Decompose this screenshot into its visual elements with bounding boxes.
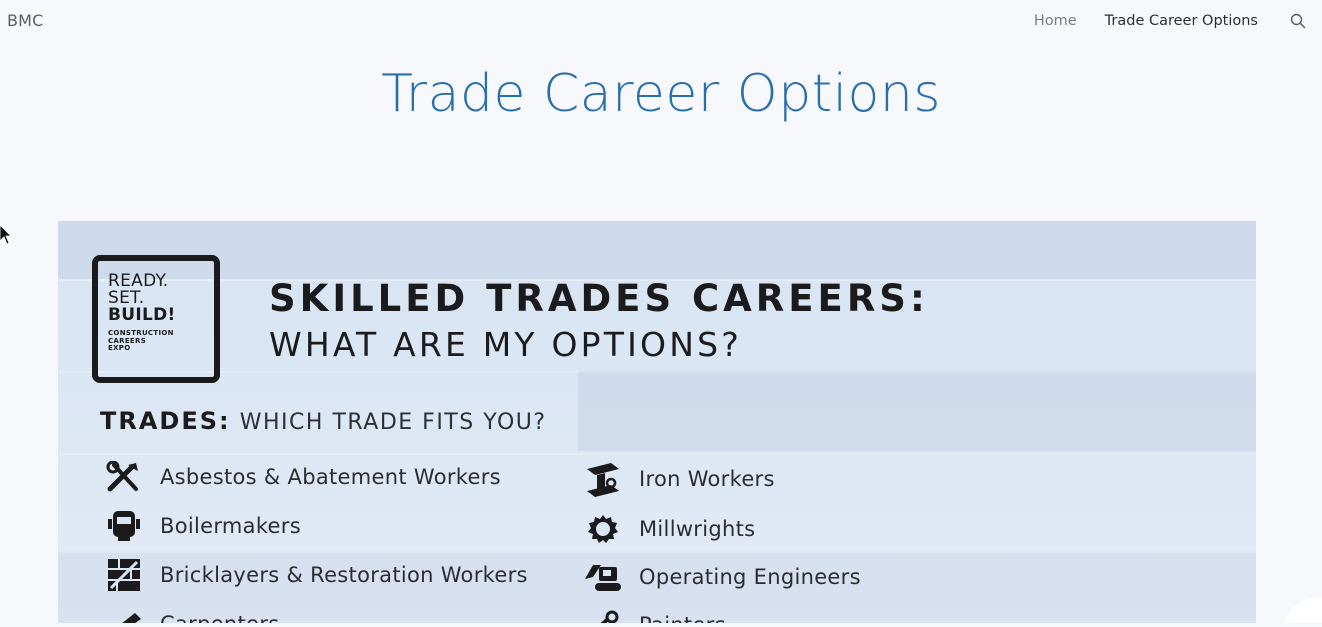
ready-set-build-logo: READY. SET. BUILD! CONSTRUCTION CAREERS …	[92, 255, 220, 383]
trade-item: Bricklayers & Restoration Workers	[104, 557, 528, 593]
banner-subheadline: WHAT ARE MY OPTIONS?	[269, 325, 742, 364]
banner-headline: SKILLED TRADES CAREERS:	[269, 277, 929, 320]
trade-label: Iron Workers	[639, 467, 775, 491]
decorative-corner	[1262, 583, 1322, 623]
trade-label: Painters	[639, 613, 726, 623]
trade-item: Boilermakers	[104, 508, 301, 544]
logo-line-build: BUILD!	[108, 307, 204, 324]
search-icon[interactable]	[1288, 11, 1308, 31]
nav-item-home[interactable]: Home	[1034, 13, 1077, 29]
trade-label: Carpenters	[160, 612, 279, 623]
trade-item: Iron Workers	[583, 461, 775, 497]
trade-label: Millwrights	[639, 517, 755, 541]
texture-band	[578, 371, 1256, 451]
trade-item: Carpenters	[104, 606, 279, 623]
gear-icon	[583, 511, 623, 547]
steel-beam-icon	[583, 461, 623, 497]
trade-label: Asbestos & Abatement Workers	[160, 465, 501, 489]
logo-small-expo: EXPO	[108, 345, 204, 353]
trade-label: Bricklayers & Restoration Workers	[160, 563, 528, 587]
skilled-trades-banner-image: READY. SET. BUILD! CONSTRUCTION CAREERS …	[58, 221, 1256, 623]
trades-heading: TRADES: WHICH TRADE FITS YOU?	[100, 407, 547, 435]
nav-item-trade-career-options[interactable]: Trade Career Options	[1105, 13, 1258, 29]
trades-heading-light: WHICH TRADE FITS YOU?	[240, 410, 547, 435]
trade-item: Asbestos & Abatement Workers	[104, 459, 501, 495]
trade-label: Operating Engineers	[639, 565, 861, 589]
trades-heading-bold: TRADES:	[100, 407, 231, 435]
trade-item: Painters	[583, 607, 726, 623]
trade-item: Operating Engineers	[583, 559, 861, 595]
texture-band	[58, 221, 1256, 281]
main-nav: Home Trade Career Options	[1034, 11, 1308, 31]
texture-line	[58, 551, 1256, 553]
excavator-icon	[583, 559, 623, 595]
page-title: Trade Career Options	[0, 64, 1322, 124]
top-navigation-bar: BMC Home Trade Career Options	[0, 0, 1322, 44]
texture-line	[58, 453, 1256, 455]
tools-icon	[104, 459, 144, 495]
trade-label: Boilermakers	[160, 514, 301, 538]
saw-icon	[104, 606, 144, 623]
welder-mask-icon	[104, 508, 144, 544]
trade-item: Millwrights	[583, 511, 755, 547]
site-brand[interactable]: BMC	[7, 11, 44, 30]
mouse-cursor-icon	[0, 225, 14, 245]
paint-roller-icon	[583, 607, 623, 623]
brick-wall-icon	[104, 557, 144, 593]
